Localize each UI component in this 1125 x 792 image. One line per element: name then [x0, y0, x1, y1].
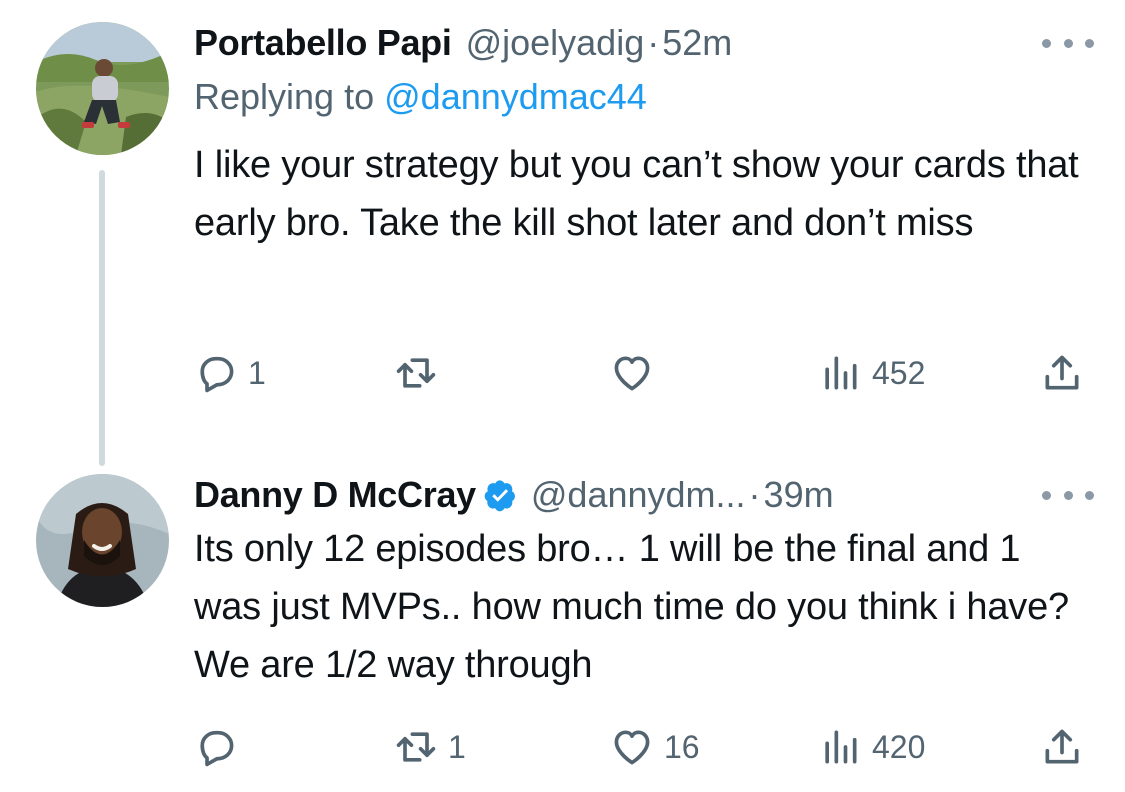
- reply-button[interactable]: [194, 722, 248, 772]
- avatar[interactable]: [36, 22, 169, 155]
- author-name[interactable]: Portabello Papi: [194, 22, 452, 64]
- views-button[interactable]: 452: [818, 348, 925, 398]
- retweet-icon: [396, 358, 436, 388]
- replying-to-label: Replying to: [194, 76, 375, 117]
- retweet-icon: [396, 732, 436, 762]
- verified-badge-icon[interactable]: [484, 479, 517, 512]
- avatar-photo-outdoor: [36, 22, 169, 155]
- separator-dot: ·: [647, 22, 660, 63]
- replying-to-line: Replying to @dannydmac44: [194, 68, 1094, 126]
- tweet-text: I like your strategy but you can’t show …: [194, 144, 1079, 244]
- separator-dot: ·: [748, 474, 761, 515]
- like-button[interactable]: [610, 348, 664, 398]
- tweet-text: Its only 12 episodes bro… 1 will be the …: [194, 528, 1069, 686]
- author-handle[interactable]: @joelyadig: [466, 22, 645, 64]
- reply-icon: [200, 730, 234, 767]
- view-count: 420: [872, 728, 926, 765]
- like-count: 16: [664, 728, 700, 765]
- reply-icon: [200, 356, 234, 393]
- more-icon[interactable]: [1042, 28, 1094, 58]
- tweet-header: Portabello Papi @joelyadig · 52m: [194, 18, 1094, 68]
- share-icon: [1045, 729, 1079, 764]
- thread-connector-line: [99, 170, 105, 466]
- views-icon: [825, 730, 857, 764]
- share-button[interactable]: [1040, 348, 1084, 398]
- like-button[interactable]: 16: [610, 722, 700, 772]
- share-icon: [1045, 355, 1079, 390]
- like-icon: [614, 730, 650, 765]
- avatar[interactable]: [36, 474, 169, 607]
- retweet-button[interactable]: [394, 348, 448, 398]
- tweet-reply[interactable]: Danny D McCray @dannydm... · 39m Its onl…: [194, 470, 1094, 767]
- replying-to-handle-link[interactable]: @dannydmac44: [384, 76, 647, 117]
- tweet-actions: 1 16 420: [194, 722, 1084, 772]
- like-icon: [614, 356, 650, 391]
- views-button[interactable]: 420: [818, 722, 925, 772]
- view-count: 452: [872, 354, 926, 391]
- author-handle[interactable]: @dannydm...: [531, 474, 746, 516]
- views-icon: [825, 356, 857, 390]
- share-button[interactable]: [1040, 722, 1084, 772]
- avatar-photo-portrait: [36, 474, 169, 607]
- tweet-reply[interactable]: Portabello Papi @joelyadig · 52m Replyin…: [194, 18, 1094, 393]
- reply-button[interactable]: 1: [194, 348, 266, 398]
- tweet-actions: 1 452: [194, 348, 1084, 398]
- more-icon[interactable]: [1042, 480, 1094, 510]
- timestamp[interactable]: 39m: [764, 474, 834, 516]
- tweet-header: Danny D McCray @dannydm... · 39m: [194, 470, 1094, 520]
- retweet-count: 1: [448, 728, 466, 765]
- retweet-button[interactable]: 1: [394, 722, 466, 772]
- reply-count: 1: [248, 354, 266, 391]
- author-name[interactable]: Danny D McCray: [194, 474, 476, 516]
- timestamp[interactable]: 52m: [662, 22, 732, 64]
